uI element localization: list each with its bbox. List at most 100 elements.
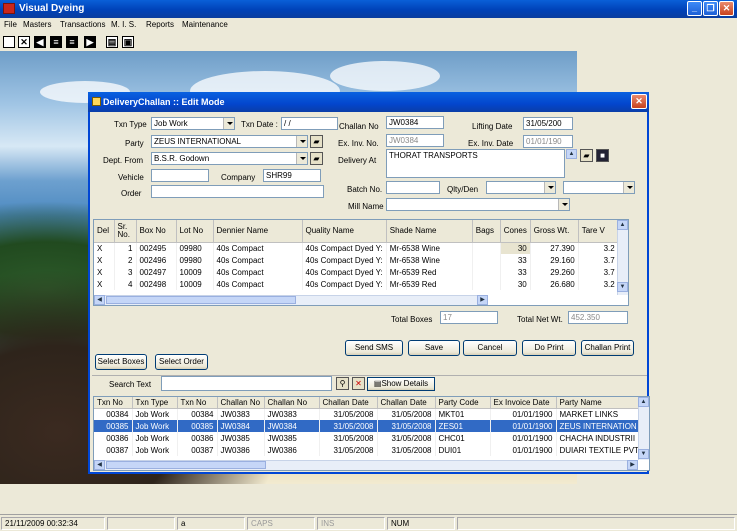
column-header[interactable]: Del <box>94 220 115 243</box>
del-cell[interactable]: X <box>94 242 115 254</box>
qlty-den-extra-select[interactable] <box>563 181 635 194</box>
scroll-down-icon[interactable]: ▼ <box>617 282 628 292</box>
table-row[interactable]: X 1 002495 09980 40s Compact 40s Compact Dyed… <box>94 242 619 254</box>
cancel-button[interactable]: Cancel <box>463 340 517 356</box>
first-record-icon[interactable]: ◀ <box>34 36 46 48</box>
column-header[interactable]: Party Code <box>435 397 491 409</box>
menu-reports[interactable]: Reports <box>146 20 174 29</box>
column-header[interactable]: Txn No <box>177 397 218 409</box>
table-row[interactable]: X 3 002497 10009 40s Compact 40s Compact Dyed… <box>94 266 619 278</box>
scroll-up-icon[interactable]: ▲ <box>566 149 577 159</box>
close-button[interactable]: ✕ <box>719 1 734 16</box>
column-header[interactable]: Quality Name <box>302 220 387 243</box>
menu-transactions[interactable]: Transactions <box>60 20 106 29</box>
select-boxes-button[interactable]: Select Boxes <box>95 354 147 370</box>
menu-mis[interactable]: M. I. S. <box>111 20 136 29</box>
batch-no-input[interactable] <box>386 181 440 194</box>
menu-maintenance[interactable]: Maintenance <box>182 20 228 29</box>
party-select[interactable]: ZEUS INTERNATIONAL <box>151 135 308 148</box>
column-header[interactable]: Challan No <box>264 397 320 409</box>
scroll-left-icon[interactable]: ◀ <box>94 295 105 305</box>
mill-name-select[interactable] <box>386 198 570 211</box>
column-header[interactable]: Txn No <box>94 397 133 409</box>
table-row[interactable]: X 2 002496 09980 40s Compact 40s Compact Dyed… <box>94 254 619 266</box>
del-cell[interactable]: X <box>94 278 115 290</box>
minimize-button[interactable]: _ <box>687 1 702 16</box>
challan-print-button[interactable]: Challan Print <box>581 340 634 356</box>
dialog-close-button[interactable]: ✕ <box>631 94 647 109</box>
scroll-thumb[interactable] <box>106 296 296 304</box>
preview-icon[interactable]: ▣ <box>122 36 134 48</box>
filter-icon[interactable]: ⚲ <box>336 377 349 390</box>
column-header[interactable]: Sr. No. <box>114 220 137 243</box>
list-vertical-scrollbar[interactable]: ▲ ▼ <box>638 397 649 460</box>
challan-list[interactable]: Txn No Txn Type Txn No Challan No Challa… <box>93 396 650 471</box>
vehicle-input[interactable] <box>151 169 209 182</box>
previous-record-icon[interactable]: ≡ <box>50 36 62 48</box>
new-icon[interactable] <box>3 36 15 48</box>
column-header[interactable]: Challan Date <box>319 397 378 409</box>
delete-icon[interactable]: ✕ <box>18 36 30 48</box>
last-record-icon[interactable]: ▶ <box>84 36 96 48</box>
list-item[interactable]: 00385 Job Work 00385 JW0384 JW0384 31/05/2008… <box>94 420 643 432</box>
column-header[interactable]: Ex Invoice Date <box>490 397 557 409</box>
column-header[interactable]: Tare V <box>578 220 619 243</box>
column-header[interactable]: Party Name <box>556 397 643 409</box>
save-button[interactable]: Save <box>408 340 460 356</box>
list-horizontal-scrollbar[interactable]: ◀ ▶ <box>94 460 638 470</box>
select-order-button[interactable]: Select Order <box>155 354 208 370</box>
print-icon[interactable]: ▤ <box>106 36 118 48</box>
column-header[interactable]: Shade Name <box>386 220 473 243</box>
scroll-up-icon[interactable]: ▲ <box>617 220 628 230</box>
grid-vertical-scrollbar[interactable]: ▲ ▼ <box>617 220 628 295</box>
txn-date-input[interactable]: / / <box>281 117 338 130</box>
column-header[interactable]: Challan No <box>217 397 265 409</box>
scroll-right-icon[interactable]: ▶ <box>627 460 638 470</box>
column-header[interactable]: Lot No <box>176 220 214 243</box>
lifting-date-input[interactable]: 31/05/200 <box>523 117 573 130</box>
delivery-at-textarea[interactable]: THORAT TRANSPORTS <box>386 149 565 178</box>
search-input[interactable] <box>161 376 332 391</box>
column-header[interactable]: Challan Date <box>377 397 436 409</box>
boxes-grid[interactable]: Del Sr. No. Box No Lot No Dennier Name Q… <box>93 219 629 306</box>
ex-inv-no-input[interactable]: JW0384 <box>386 134 444 147</box>
ex-inv-date-input[interactable]: 01/01/190 <box>523 135 573 148</box>
scroll-up-icon[interactable]: ▲ <box>638 397 649 407</box>
order-input[interactable] <box>151 185 324 198</box>
table-row[interactable]: X 4 002498 10009 40s Compact 40s Compact Dyed… <box>94 278 619 290</box>
restore-button[interactable]: ❐ <box>703 1 718 16</box>
edit-address-icon[interactable]: ▰ <box>580 149 593 162</box>
column-header[interactable]: Gross Wt. <box>530 220 579 243</box>
scroll-left-icon[interactable]: ◀ <box>94 460 105 470</box>
column-header[interactable]: Txn Type <box>132 397 178 409</box>
scroll-down-icon[interactable]: ▼ <box>638 449 649 459</box>
dept-lookup-icon[interactable]: ▰ <box>310 152 323 165</box>
send-sms-button[interactable]: Send SMS <box>345 340 403 356</box>
challan-no-input[interactable]: JW0384 <box>386 116 444 129</box>
column-header[interactable]: Box No <box>136 220 177 243</box>
menu-masters[interactable]: Masters <box>23 20 51 29</box>
list-item[interactable]: 00386 Job Work 00386 JW0385 JW0385 31/05/2008… <box>94 432 643 444</box>
del-cell[interactable]: X <box>94 254 115 266</box>
column-header[interactable]: Bags <box>472 220 501 243</box>
company-input[interactable]: SHR99 <box>263 169 321 182</box>
table-cell[interactable]: 30 <box>500 242 531 254</box>
save-address-icon[interactable]: ■ <box>596 149 609 162</box>
list-item[interactable]: 00384 Job Work 00384 JW0383 JW0383 31/05/2008… <box>94 408 643 420</box>
show-details-button[interactable]: ▤Show Details <box>367 377 435 391</box>
grid-horizontal-scrollbar[interactable]: ◀ ▶ <box>94 295 488 305</box>
list-item[interactable]: 00387 Job Work 00387 JW0386 JW0386 31/05/2008… <box>94 444 643 456</box>
clear-filter-icon[interactable]: ✕ <box>352 377 365 390</box>
del-cell[interactable]: X <box>94 266 115 278</box>
next-record-icon[interactable]: ≡ <box>66 36 78 48</box>
column-header[interactable]: Dennier Name <box>213 220 303 243</box>
qlty-den-select[interactable] <box>486 181 556 194</box>
scroll-thumb[interactable] <box>106 461 266 469</box>
menu-file[interactable]: File <box>4 20 17 29</box>
do-print-button[interactable]: Do Print <box>522 340 576 356</box>
scroll-right-icon[interactable]: ▶ <box>477 295 488 305</box>
txn-type-select[interactable]: Job Work <box>151 117 235 130</box>
dept-from-select[interactable]: B.S.R. Godown <box>151 152 308 165</box>
column-header[interactable]: Cones <box>500 220 531 243</box>
party-lookup-icon[interactable]: ▰ <box>310 135 323 148</box>
